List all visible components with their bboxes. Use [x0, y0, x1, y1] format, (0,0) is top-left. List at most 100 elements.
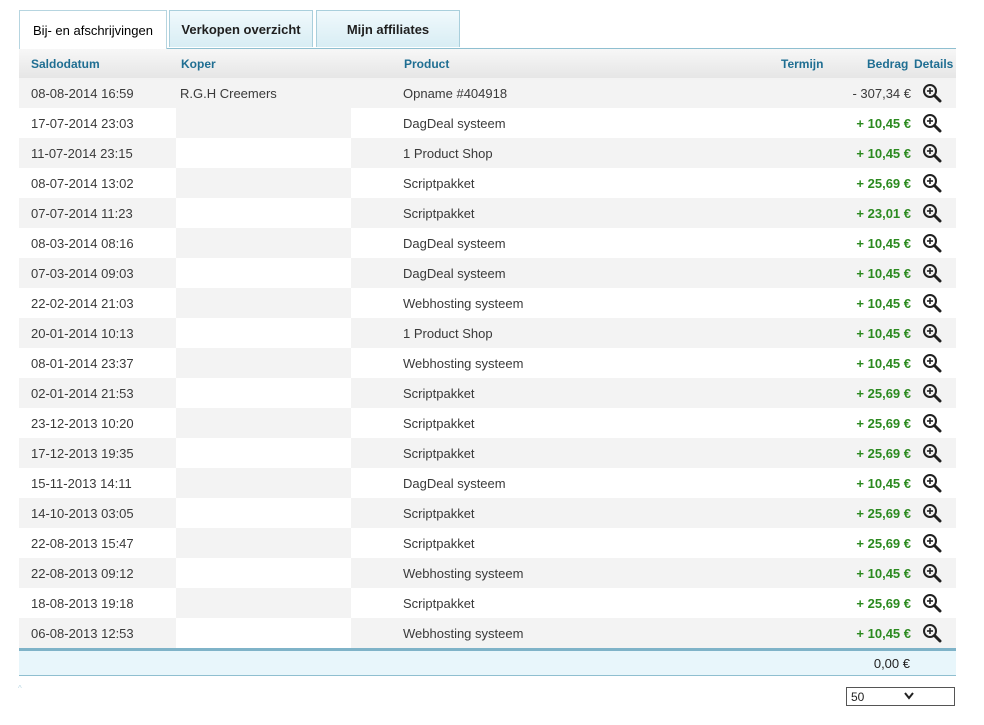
table-row: 17-07-2014 23:03 DagDeal systeem + 10,45 €	[19, 108, 956, 138]
table-row: 11-07-2014 23:15 1 Product Shop + 10,45 €	[19, 138, 956, 168]
amount-cell: + 25,69 €	[856, 446, 911, 461]
product-cell: DagDeal systeem	[403, 266, 506, 281]
date-cell: 14-10-2013 03:05	[31, 506, 134, 521]
date-cell: 08-01-2014 23:37	[31, 356, 134, 371]
date-cell: 20-01-2014 10:13	[31, 326, 134, 341]
redacted-koper-area	[176, 558, 351, 588]
date-cell: 07-03-2014 09:03	[31, 266, 134, 281]
table-body: 08-08-2014 16:59 R.G.H Creemers Opname #40…	[19, 78, 956, 648]
amount-cell: + 25,69 €	[856, 536, 911, 551]
column-header-koper[interactable]: Koper	[181, 57, 216, 71]
table-row: 08-08-2014 16:59 R.G.H Creemers Opname #40…	[19, 78, 956, 108]
product-cell: Scriptpakket	[403, 206, 475, 221]
date-cell: 15-11-2013 14:11	[31, 476, 132, 491]
date-cell: 08-07-2014 13:02	[31, 176, 134, 191]
product-cell: Scriptpakket	[403, 536, 475, 551]
amount-cell: + 10,45 €	[856, 116, 911, 131]
table-row: 22-02-2014 21:03 Webhosting systeem + 10,4…	[19, 288, 956, 318]
magnifier-plus-icon[interactable]	[922, 263, 942, 283]
product-cell: Scriptpakket	[403, 446, 475, 461]
table-row: 08-01-2014 23:37 Webhosting systeem + 10,4…	[19, 348, 956, 378]
column-header-termijn[interactable]: Termijn	[781, 57, 823, 71]
redacted-koper-area	[176, 138, 351, 168]
table-row: 14-10-2013 03:05 Scriptpakket + 25,69 €	[19, 498, 956, 528]
redacted-koper-area	[176, 618, 351, 648]
date-cell: 18-08-2013 19:18	[31, 596, 134, 611]
magnifier-plus-icon[interactable]	[922, 503, 942, 523]
date-cell: 17-07-2014 23:03	[31, 116, 134, 131]
magnifier-plus-icon[interactable]	[922, 383, 942, 403]
redacted-koper-area	[176, 588, 351, 618]
product-cell: Webhosting systeem	[403, 296, 524, 311]
date-cell: 08-08-2014 16:59	[31, 86, 134, 101]
date-cell: 08-03-2014 08:16	[31, 236, 134, 251]
chevron-down-icon	[904, 692, 914, 700]
redacted-koper-area	[176, 468, 351, 498]
magnifier-plus-icon[interactable]	[922, 533, 942, 553]
magnifier-plus-icon[interactable]	[922, 473, 942, 493]
table-row: 17-12-2013 19:35 Scriptpakket + 25,69 €	[19, 438, 956, 468]
amount-cell: + 10,45 €	[856, 476, 911, 491]
column-header-product[interactable]: Product	[404, 57, 449, 71]
redacted-koper-area	[176, 348, 351, 378]
magnifier-plus-icon[interactable]	[922, 203, 942, 223]
product-cell: Scriptpakket	[403, 176, 475, 191]
table-row: 20-01-2014 10:13 1 Product Shop + 10,45 €	[19, 318, 956, 348]
column-header-bedrag[interactable]: Bedrag	[867, 57, 908, 71]
amount-cell: + 25,69 €	[856, 506, 911, 521]
product-cell: DagDeal systeem	[403, 236, 506, 251]
amount-cell: + 10,45 €	[856, 236, 911, 251]
table-row: 18-08-2013 19:18 Scriptpakket + 25,69 €	[19, 588, 956, 618]
magnifier-plus-icon[interactable]	[922, 563, 942, 583]
date-cell: 22-08-2013 15:47	[31, 536, 134, 551]
product-cell: Webhosting systeem	[403, 626, 524, 641]
table-row: 08-03-2014 08:16 DagDeal systeem + 10,45 €	[19, 228, 956, 258]
table-row: 07-07-2014 11:23 Scriptpakket + 23,01 €	[19, 198, 956, 228]
date-cell: 17-12-2013 19:35	[31, 446, 134, 461]
table-header: Saldodatum Koper Product Termijn Bedrag …	[19, 49, 956, 78]
tab-verkopen-overzicht[interactable]: Verkopen overzicht	[169, 10, 313, 47]
redacted-koper-area	[176, 408, 351, 438]
redacted-koper-area	[176, 318, 351, 348]
product-cell: Opname #404918	[403, 86, 508, 101]
magnifier-plus-icon[interactable]	[922, 113, 942, 133]
redacted-koper-area	[176, 498, 351, 528]
amount-cell: + 25,69 €	[856, 416, 911, 431]
redacted-koper-area	[176, 168, 351, 198]
amount-cell: + 10,45 €	[856, 296, 911, 311]
magnifier-plus-icon[interactable]	[922, 293, 942, 313]
column-header-saldodatum[interactable]: Saldodatum	[31, 57, 100, 71]
table-footer: 0,00 €	[19, 651, 956, 676]
redacted-koper-area	[176, 288, 351, 318]
transactions-table: Saldodatum Koper Product Termijn Bedrag …	[19, 49, 956, 648]
magnifier-plus-icon[interactable]	[922, 173, 942, 193]
magnifier-plus-icon[interactable]	[922, 443, 942, 463]
product-cell: Scriptpakket	[403, 416, 475, 431]
redacted-koper-area	[176, 108, 351, 138]
page-size-value: 50	[851, 690, 865, 704]
magnifier-plus-icon[interactable]	[922, 413, 942, 433]
product-cell: Scriptpakket	[403, 596, 475, 611]
amount-cell: - 307,34 €	[852, 86, 911, 101]
tab-bij-en-afschrijvingen[interactable]: Bij- en afschrijvingen	[19, 10, 167, 49]
amount-cell: + 10,45 €	[856, 566, 911, 581]
product-cell: DagDeal systeem	[403, 476, 506, 491]
product-cell: 1 Product Shop	[403, 326, 493, 341]
tab-mijn-affiliates[interactable]: Mijn affiliates	[316, 10, 460, 47]
magnifier-plus-icon[interactable]	[922, 323, 942, 343]
magnifier-plus-icon[interactable]	[922, 593, 942, 613]
magnifier-plus-icon[interactable]	[922, 623, 942, 643]
magnifier-plus-icon[interactable]	[922, 353, 942, 373]
redacted-koper-area	[176, 258, 351, 288]
table-row: 02-01-2014 21:53 Scriptpakket + 25,69 €	[19, 378, 956, 408]
magnifier-plus-icon[interactable]	[922, 83, 942, 103]
magnifier-plus-icon[interactable]	[922, 143, 942, 163]
table-row: 08-07-2014 13:02 Scriptpakket + 25,69 €	[19, 168, 956, 198]
product-cell: Scriptpakket	[403, 506, 475, 521]
product-cell: Scriptpakket	[403, 386, 475, 401]
amount-cell: + 10,45 €	[856, 326, 911, 341]
redacted-koper-area	[176, 438, 351, 468]
magnifier-plus-icon[interactable]	[922, 233, 942, 253]
amount-cell: + 25,69 €	[856, 386, 911, 401]
page-size-select[interactable]: 50	[846, 687, 955, 706]
